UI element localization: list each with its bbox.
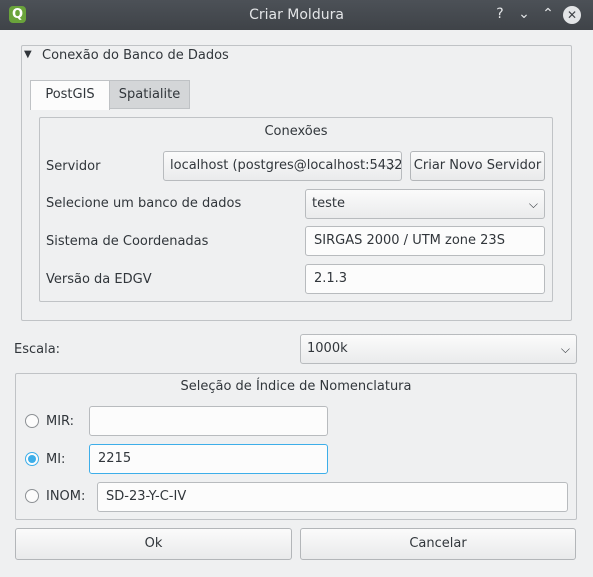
crs-label: Sistema de Coordenadas: [46, 234, 209, 249]
chevron-down-icon: ⌵: [528, 197, 538, 211]
ok-button[interactable]: Ok: [15, 528, 292, 560]
server-select[interactable]: localhost (postgres@localhost:5432) ⌵: [163, 151, 402, 181]
mir-label: MIR:: [46, 414, 75, 429]
nomenclature-index-group: Seleção de Índice de Nomenclatura MIR: M…: [15, 373, 577, 520]
inom-radio[interactable]: [25, 489, 39, 503]
server-label: Servidor: [46, 159, 101, 174]
create-server-button[interactable]: Criar Novo Servidor: [410, 151, 545, 181]
crs-field[interactable]: SIRGAS 2000 / UTM zone 23S: [305, 226, 545, 256]
database-select[interactable]: teste ⌵: [305, 189, 545, 219]
scale-select[interactable]: 1000k ⌵: [300, 334, 577, 364]
collapse-arrow-icon[interactable]: ▼: [24, 49, 32, 60]
server-select-value: localhost (postgres@localhost:5432): [170, 158, 402, 173]
database-select-value: teste: [312, 196, 345, 211]
tab-postgis[interactable]: PostGIS: [30, 80, 110, 110]
inom-label: INOM:: [46, 489, 86, 504]
mir-radio[interactable]: [25, 414, 39, 428]
mir-input[interactable]: [89, 406, 328, 436]
title-bar: Q Criar Moldura ? ⌄ ⌃ ✕: [0, 0, 593, 30]
database-label: Selecione um banco de dados: [46, 196, 242, 211]
chevron-down-icon: ⌵: [560, 342, 570, 356]
scale-select-value: 1000k: [307, 341, 348, 356]
db-connection-expander[interactable]: Conexão do Banco de Dados: [42, 48, 229, 63]
chevron-down-icon: ⌵: [385, 159, 395, 173]
inom-input[interactable]: SD-23-Y-C-IV: [97, 482, 568, 512]
help-button[interactable]: ?: [490, 4, 510, 24]
db-connection-group: ▼ Conexão do Banco de Dados PostGIS Spat…: [21, 45, 572, 321]
connections-title: Conexões: [264, 124, 328, 139]
maximize-button[interactable]: ⌃: [538, 4, 558, 24]
tab-spatialite[interactable]: Spatialite: [109, 80, 190, 109]
close-button[interactable]: ✕: [563, 6, 581, 24]
connections-group: Conexões Servidor localhost (postgres@lo…: [39, 117, 553, 302]
nomenclature-index-title: Seleção de Índice de Nomenclatura: [180, 379, 412, 394]
cancel-button[interactable]: Cancelar: [300, 528, 576, 560]
scale-label: Escala:: [14, 342, 61, 357]
minimize-button[interactable]: ⌄: [514, 4, 534, 24]
mi-label: MI:: [46, 452, 66, 467]
edgv-version-field[interactable]: 2.1.3: [305, 264, 545, 294]
edgv-label: Versão da EDGV: [46, 272, 152, 287]
mi-input[interactable]: 2215: [89, 444, 328, 474]
mi-radio[interactable]: [25, 452, 39, 466]
